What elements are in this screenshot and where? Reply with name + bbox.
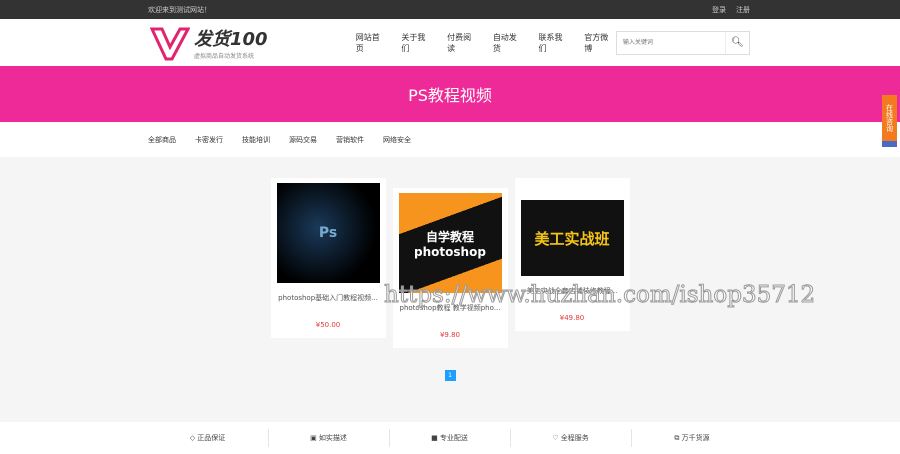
- nav-about[interactable]: 关于我们: [401, 32, 433, 54]
- search-icon[interactable]: 🔍︎: [725, 31, 749, 54]
- page-title: PS教程视频: [408, 86, 492, 105]
- page-banner: PS教程视频: [0, 66, 900, 122]
- product-grid: Ps photoshop基础入门教程视频... ¥50.00 自学教程 phot…: [0, 178, 900, 348]
- service-description: ▣ 如实描述: [269, 429, 390, 447]
- nav-home[interactable]: 网站首页: [356, 32, 388, 54]
- category-security[interactable]: 网络安全: [383, 135, 411, 145]
- watermark: https://www.huzhan.com/ishop35712: [383, 282, 816, 309]
- top-bar: 欢迎来到测试网站！ 登录 注册: [0, 0, 900, 19]
- service-supply: ⧉ 万千货源: [632, 429, 753, 447]
- product-image[interactable]: 自学教程 photoshop: [398, 193, 502, 293]
- nav-weibo[interactable]: 官方微博: [584, 32, 616, 54]
- service-label: 万千货源: [681, 434, 710, 442]
- search-input[interactable]: [616, 31, 725, 54]
- welcome-text: 欢迎来到测试网站！: [148, 5, 211, 14]
- product-card[interactable]: 自学教程 photoshop photoshop教程 教学视频pho... ¥9…: [392, 188, 508, 348]
- category-all[interactable]: 全部商品: [148, 135, 176, 145]
- nav-paid-reading[interactable]: 付费阅读: [447, 32, 479, 54]
- main-nav: 网站首页 关于我们 付费阅读 自动发货 联系我们 官方微博: [356, 32, 616, 54]
- service-label: 正品保证: [197, 434, 226, 442]
- logo-tagline: 虚拟商品自动发货系统: [194, 53, 255, 60]
- service-bar: ◇ 正品保证 ▣ 如实描述 ■ 专业配送 ♡ 全程服务 ⧉ 万千货源: [0, 422, 900, 454]
- truck-icon: ■: [431, 434, 440, 442]
- product-image[interactable]: Ps: [276, 183, 380, 283]
- service-full: ♡ 全程服务: [511, 429, 632, 447]
- service-genuine: ◇ 正品保证: [148, 429, 269, 447]
- category-source[interactable]: 源码交易: [289, 135, 317, 145]
- service-label: 如实描述: [318, 434, 347, 442]
- category-bar: 全部商品 卡密发行 技能培训 源码交易 营销软件 网络安全: [0, 122, 900, 157]
- register-link[interactable]: 注册: [736, 6, 750, 14]
- pagination: 1: [0, 370, 900, 381]
- service-delivery: ■ 专业配送: [390, 429, 511, 447]
- product-price: ¥49.80: [559, 314, 585, 322]
- heart-icon: ♡: [552, 434, 561, 442]
- logo-mark-icon: [150, 27, 190, 60]
- product-image[interactable]: 美工实战班: [520, 200, 624, 276]
- logo-name: 发货100: [194, 29, 268, 50]
- category-training[interactable]: 技能培训: [242, 135, 270, 145]
- login-link[interactable]: 登录: [712, 6, 726, 14]
- product-card[interactable]: Ps photoshop基础入门教程视频... ¥50.00: [270, 178, 386, 338]
- product-price: ¥9.80: [439, 331, 461, 339]
- copy-icon: ⧉: [674, 434, 682, 442]
- product-title[interactable]: photoshop基础入门教程视频...: [276, 293, 381, 303]
- logo[interactable]: 发货100 虚拟商品自动发货系统: [150, 25, 339, 61]
- product-price: ¥50.00: [315, 321, 341, 329]
- product-card[interactable]: 美工实战班 美工实战全套店铺装修教程... ¥49.80: [514, 178, 630, 331]
- category-card[interactable]: 卡密发行: [195, 135, 223, 145]
- service-label: 全程服务: [560, 434, 589, 442]
- header: 发货100 虚拟商品自动发货系统 网站首页 关于我们 付费阅读 自动发货 联系我们…: [0, 19, 900, 66]
- search-box: 🔍︎: [615, 30, 750, 55]
- nav-contact[interactable]: 联系我们: [539, 32, 571, 54]
- category-marketing[interactable]: 营销软件: [336, 135, 364, 145]
- online-consult-tab[interactable]: 在线咨询: [882, 95, 897, 147]
- nav-auto-delivery[interactable]: 自动发货: [493, 32, 525, 54]
- page-1-button[interactable]: 1: [444, 370, 456, 381]
- service-label: 专业配送: [439, 434, 468, 442]
- image-icon: ▣: [310, 434, 319, 442]
